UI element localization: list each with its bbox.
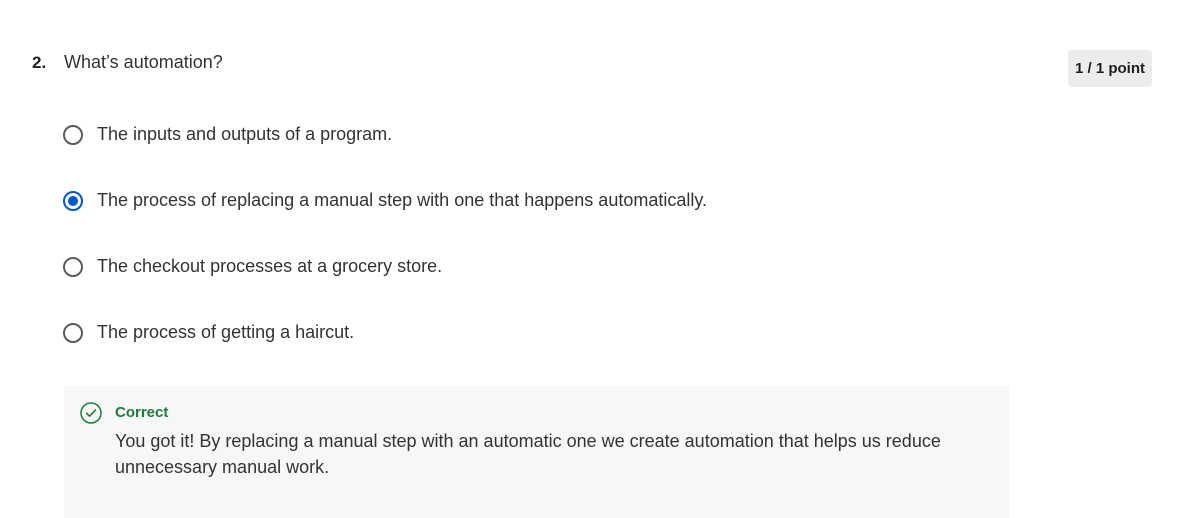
answer-option[interactable]: The inputs and outputs of a program. xyxy=(63,124,392,145)
feedback-title: Correct xyxy=(115,404,169,421)
question-number: 2. xyxy=(32,53,47,72)
points-badge: 1 / 1 point xyxy=(1068,50,1152,87)
question-header: 2. What’s automation? xyxy=(32,52,223,73)
feedback-panel: Correct You got it! By replacing a manua… xyxy=(64,386,1009,518)
answer-option-selected[interactable]: The process of replacing a manual step w… xyxy=(63,190,707,211)
question-text: What’s automation? xyxy=(64,52,223,72)
option-label: The inputs and outputs of a program. xyxy=(97,124,393,144)
feedback-text: You got it! By replacing a manual step w… xyxy=(115,431,941,477)
option-label: The process of replacing a manual step w… xyxy=(97,190,708,210)
answer-option[interactable]: The checkout processes at a grocery stor… xyxy=(63,256,442,277)
option-label: The process of getting a haircut. xyxy=(97,322,355,342)
option-label: The checkout processes at a grocery stor… xyxy=(97,256,443,276)
radio-button-checked[interactable] xyxy=(63,190,83,211)
answer-option[interactable]: The process of getting a haircut. xyxy=(63,322,354,343)
radio-button[interactable] xyxy=(63,124,83,145)
check-circle-icon xyxy=(80,402,102,424)
radio-button[interactable] xyxy=(63,322,83,343)
radio-button[interactable] xyxy=(63,256,83,277)
